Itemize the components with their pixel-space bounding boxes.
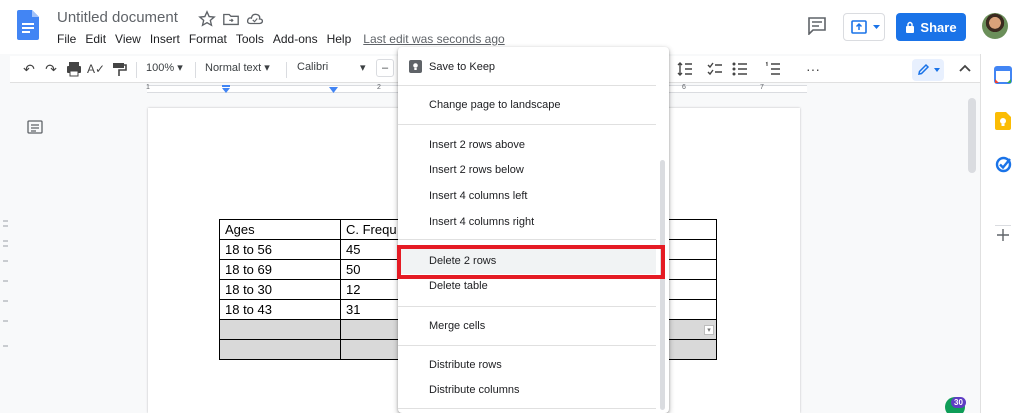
spellcheck-icon[interactable]: A✓ <box>87 60 105 78</box>
menu-edit[interactable]: Edit <box>85 32 106 50</box>
google-docs-window: Untitled document File Edit View Insert … <box>0 0 1024 413</box>
table-cell[interactable]: 18 to 30 <box>219 279 341 300</box>
numbered-list-icon[interactable] <box>764 60 782 78</box>
menu-item-insert-rows-above[interactable]: Insert 2 rows above <box>429 138 525 152</box>
document-title[interactable]: Untitled document <box>57 9 178 26</box>
tasks-icon[interactable] <box>995 156 1012 173</box>
table-cell[interactable]: 18 to 69 <box>219 259 341 280</box>
menu-addons[interactable]: Add-ons <box>273 32 318 50</box>
cloud-saved-icon[interactable] <box>246 10 264 28</box>
menu-separator <box>398 239 656 240</box>
paint-format-icon[interactable] <box>110 60 128 78</box>
toolbar-separator <box>195 62 196 78</box>
menu-help[interactable]: Help <box>327 32 352 50</box>
table-cell[interactable]: 18 to 56 <box>219 239 341 260</box>
star-icon[interactable] <box>198 10 216 28</box>
menu-tools[interactable]: Tools <box>236 32 264 50</box>
user-avatar[interactable] <box>982 13 1008 39</box>
table-cell[interactable]: Ages <box>219 219 341 240</box>
keep-icon <box>409 60 422 73</box>
add-addon-icon[interactable] <box>997 229 1009 241</box>
menu-item-distribute-columns[interactable]: Distribute columns <box>429 383 519 397</box>
checklist-icon[interactable] <box>706 60 724 78</box>
decrease-font-size-button[interactable]: – <box>376 59 394 77</box>
zoom-select[interactable]: 100% ▾ <box>146 61 183 74</box>
bulleted-list-icon[interactable] <box>731 60 749 78</box>
print-icon[interactable] <box>65 60 83 78</box>
share-button[interactable]: Share <box>896 13 966 41</box>
menu-item-delete-table[interactable]: Delete table <box>429 279 488 293</box>
collapse-toolbar-icon[interactable] <box>958 63 972 73</box>
font-select[interactable]: Calibri <box>297 61 328 73</box>
toolbar-separator <box>136 62 137 78</box>
menu-separator <box>398 408 656 409</box>
font-chevron-icon[interactable]: ▾ <box>360 61 366 74</box>
menu-separator <box>398 124 656 125</box>
ruler-number: 6 <box>682 84 686 91</box>
chevron-down-icon <box>934 68 940 72</box>
docs-logo-icon[interactable] <box>17 10 39 40</box>
app-header: Untitled document File Edit View Insert … <box>0 0 1024 54</box>
menu-item-insert-columns-right[interactable]: Insert 4 columns right <box>429 215 534 229</box>
redo-icon[interactable]: ↷ <box>42 60 60 78</box>
document-outline-icon[interactable] <box>27 120 43 134</box>
editing-mode-button[interactable] <box>912 59 944 81</box>
menu-view[interactable]: View <box>115 32 141 50</box>
ruler-number: 1 <box>146 84 150 91</box>
side-panel-divider <box>995 225 1011 226</box>
menu-item-insert-rows-below[interactable]: Insert 2 rows below <box>429 163 524 177</box>
table-cell-dropdown-icon[interactable]: ▾ <box>704 325 714 335</box>
menu-separator <box>398 85 656 86</box>
menu-format[interactable]: Format <box>189 32 227 50</box>
comment-history-icon[interactable] <box>807 17 827 35</box>
move-folder-icon[interactable] <box>222 10 240 28</box>
side-panel <box>980 54 1024 413</box>
more-options-icon[interactable]: ··· <box>804 60 822 78</box>
menu-item-merge-cells[interactable]: Merge cells <box>429 319 485 333</box>
ruler-number: 2 <box>377 84 381 91</box>
menu-separator <box>398 345 656 346</box>
notification-count-badge: 30 <box>951 397 966 408</box>
menu-item-insert-columns-left[interactable]: Insert 4 columns left <box>429 189 527 203</box>
menu-scrollbar[interactable] <box>660 160 665 410</box>
menu-item-distribute-rows[interactable]: Distribute rows <box>429 358 502 372</box>
pencil-icon <box>918 63 930 75</box>
table-cell[interactable] <box>219 339 341 360</box>
calendar-icon[interactable] <box>994 66 1012 84</box>
keep-icon[interactable] <box>995 112 1011 130</box>
menu-file[interactable]: File <box>57 32 76 50</box>
vertical-ruler <box>0 96 10 413</box>
menu-item-landscape[interactable]: Change page to landscape <box>429 98 561 112</box>
menu-separator <box>398 306 656 307</box>
left-indent-marker-icon[interactable] <box>221 85 231 93</box>
menu-item-save-to-keep[interactable]: Save to Keep <box>429 60 495 74</box>
style-select[interactable]: Normal text ▾ <box>205 61 270 74</box>
delete-rows-highlight-box <box>397 245 665 279</box>
present-to-meeting-icon <box>851 20 867 34</box>
chevron-down-icon <box>873 25 880 29</box>
share-label: Share <box>920 19 957 35</box>
lock-icon <box>906 21 915 33</box>
menu-insert[interactable]: Insert <box>150 32 180 50</box>
toolbar-separator <box>286 62 287 78</box>
ruler-number: 7 <box>760 84 764 91</box>
present-button[interactable] <box>843 13 885 41</box>
undo-icon[interactable]: ↶ <box>20 60 38 78</box>
document-scrollbar[interactable] <box>968 98 976 173</box>
table-context-menu: Save to Keep Change page to landscape In… <box>398 47 669 413</box>
table-cell[interactable] <box>219 319 341 340</box>
table-cell[interactable]: 18 to 43 <box>219 299 341 320</box>
line-spacing-icon[interactable] <box>676 60 694 78</box>
column-marker-icon[interactable] <box>329 87 338 93</box>
